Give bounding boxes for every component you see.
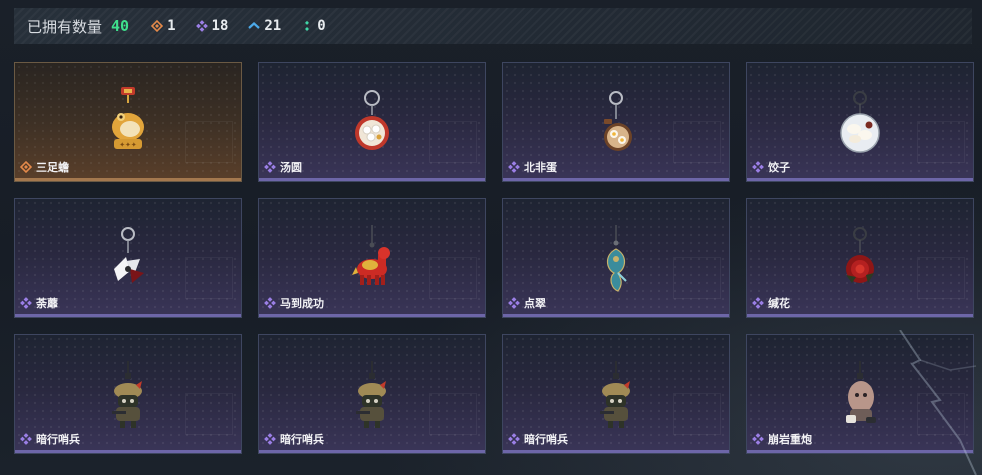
card-pattern [917, 393, 965, 435]
green-dots-icon [301, 20, 313, 32]
purple-diamond-icon [508, 161, 520, 173]
purple-diamond-icon [508, 297, 520, 309]
purple-diamond-icon [20, 297, 32, 309]
card-pattern [429, 121, 477, 163]
charm-card[interactable]: 北非蛋 [502, 62, 730, 182]
charm-name-row: 缄花 [752, 295, 790, 311]
orange-diamond-icon [151, 20, 164, 32]
charm-name-row: 汤圆 [264, 159, 302, 175]
charm-card[interactable]: 汤圆 [258, 62, 486, 182]
charm-name: 荼蘼 [36, 297, 58, 310]
charm-card[interactable]: 饺子 [746, 62, 974, 182]
purple-diamond-icon [508, 433, 520, 445]
charm-card[interactable]: 暗行哨兵 [502, 334, 730, 454]
charm-name-row: 暗行哨兵 [20, 431, 80, 447]
card-pattern [673, 121, 721, 163]
card-pattern [185, 121, 233, 163]
orange-diamond-icon [20, 161, 32, 173]
rarity-count-value: 1 [167, 18, 176, 34]
card-pattern [917, 257, 965, 299]
charm-name-row: 暗行哨兵 [508, 431, 568, 447]
owned-label: 已拥有数量 [27, 17, 103, 36]
rarity-purple-count: 18 [195, 18, 229, 34]
charm-name: 北非蛋 [524, 161, 557, 174]
charm-name: 暗行哨兵 [36, 433, 80, 446]
card-pattern [673, 393, 721, 435]
charm-name-row: 北非蛋 [508, 159, 557, 175]
card-pattern [185, 393, 233, 435]
charm-card[interactable]: 崩岩重炮 [746, 334, 974, 454]
card-pattern [673, 257, 721, 299]
rock-gunner-charm [838, 361, 882, 435]
purple-diamond-icon [20, 433, 32, 445]
card-pattern [429, 393, 477, 435]
charm-name-row: 暗行哨兵 [264, 431, 324, 447]
card-pattern [185, 257, 233, 299]
collection-page: 已拥有数量 40 1 18 21 0 ✦✦✦ 三足蟾 汤圆 北非蛋 饺子 荼蘼 … [0, 0, 982, 475]
charm-name: 暗行哨兵 [524, 433, 568, 446]
charm-name: 三足蟾 [36, 161, 69, 174]
rarity-orange-count: 1 [151, 18, 176, 34]
owned-count: 40 [111, 17, 130, 35]
sentry-soldier-charm [594, 361, 638, 435]
card-pattern [429, 257, 477, 299]
purple-diamond-icon [752, 297, 764, 309]
charm-name-row: 点翠 [508, 295, 546, 311]
sentry-soldier-charm [106, 361, 150, 435]
charm-name: 饺子 [768, 161, 790, 174]
charm-card[interactable]: 暗行哨兵 [258, 334, 486, 454]
charm-card[interactable]: 点翠 [502, 198, 730, 318]
tangyuan-bowl-charm [350, 89, 394, 159]
charm-name: 暗行哨兵 [280, 433, 324, 446]
charm-card[interactable]: 缄花 [746, 198, 974, 318]
dumpling-plate-charm [836, 89, 884, 159]
rarity-count-value: 18 [211, 18, 229, 34]
charm-name-row: 饺子 [752, 159, 790, 175]
red-horse-charm [348, 225, 396, 295]
purple-diamond-icon [752, 433, 764, 445]
golden-toad-charm: ✦✦✦ [106, 87, 150, 161]
purple-diamond-icon [195, 20, 208, 32]
rarity-green-count: 0 [301, 18, 326, 34]
svg-text:✦✦✦: ✦✦✦ [119, 141, 137, 149]
shakshuka-pan-charm [594, 89, 638, 159]
red-rose-charm [838, 225, 882, 295]
charm-name: 汤圆 [280, 161, 302, 174]
charm-name-row: 崩岩重炮 [752, 431, 812, 447]
charm-name: 马到成功 [280, 297, 324, 310]
charm-name-row: 荼蘼 [20, 295, 58, 311]
purple-diamond-icon [264, 161, 276, 173]
charm-card[interactable]: 暗行哨兵 [14, 334, 242, 454]
blue-chevron-icon [248, 20, 261, 32]
rarity-count-value: 21 [264, 18, 282, 34]
purple-diamond-icon [752, 161, 764, 173]
charm-name: 点翠 [524, 297, 546, 310]
phoenix-hairpin-charm [594, 225, 638, 299]
rarity-count-value: 0 [317, 18, 326, 34]
sentry-soldier-charm [350, 361, 394, 435]
charm-card[interactable]: ✦✦✦ 三足蟾 [14, 62, 242, 182]
card-pattern [917, 121, 965, 163]
purple-diamond-icon [264, 297, 276, 309]
rarity-blue-count: 21 [248, 18, 281, 34]
charm-card[interactable]: 荼蘼 [14, 198, 242, 318]
charm-card[interactable]: 马到成功 [258, 198, 486, 318]
white-flower-charm [104, 225, 152, 295]
charm-name: 崩岩重炮 [768, 433, 812, 446]
charm-grid: ✦✦✦ 三足蟾 汤圆 北非蛋 饺子 荼蘼 马到成功 点翠 缄花 暗行哨兵 暗行哨… [14, 62, 974, 462]
charm-name-row: 三足蟾 [20, 159, 69, 175]
charm-name-row: 马到成功 [264, 295, 324, 311]
purple-diamond-icon [264, 433, 276, 445]
charm-name: 缄花 [768, 297, 790, 310]
owned-summary-bar: 已拥有数量 40 1 18 21 0 [14, 8, 972, 44]
